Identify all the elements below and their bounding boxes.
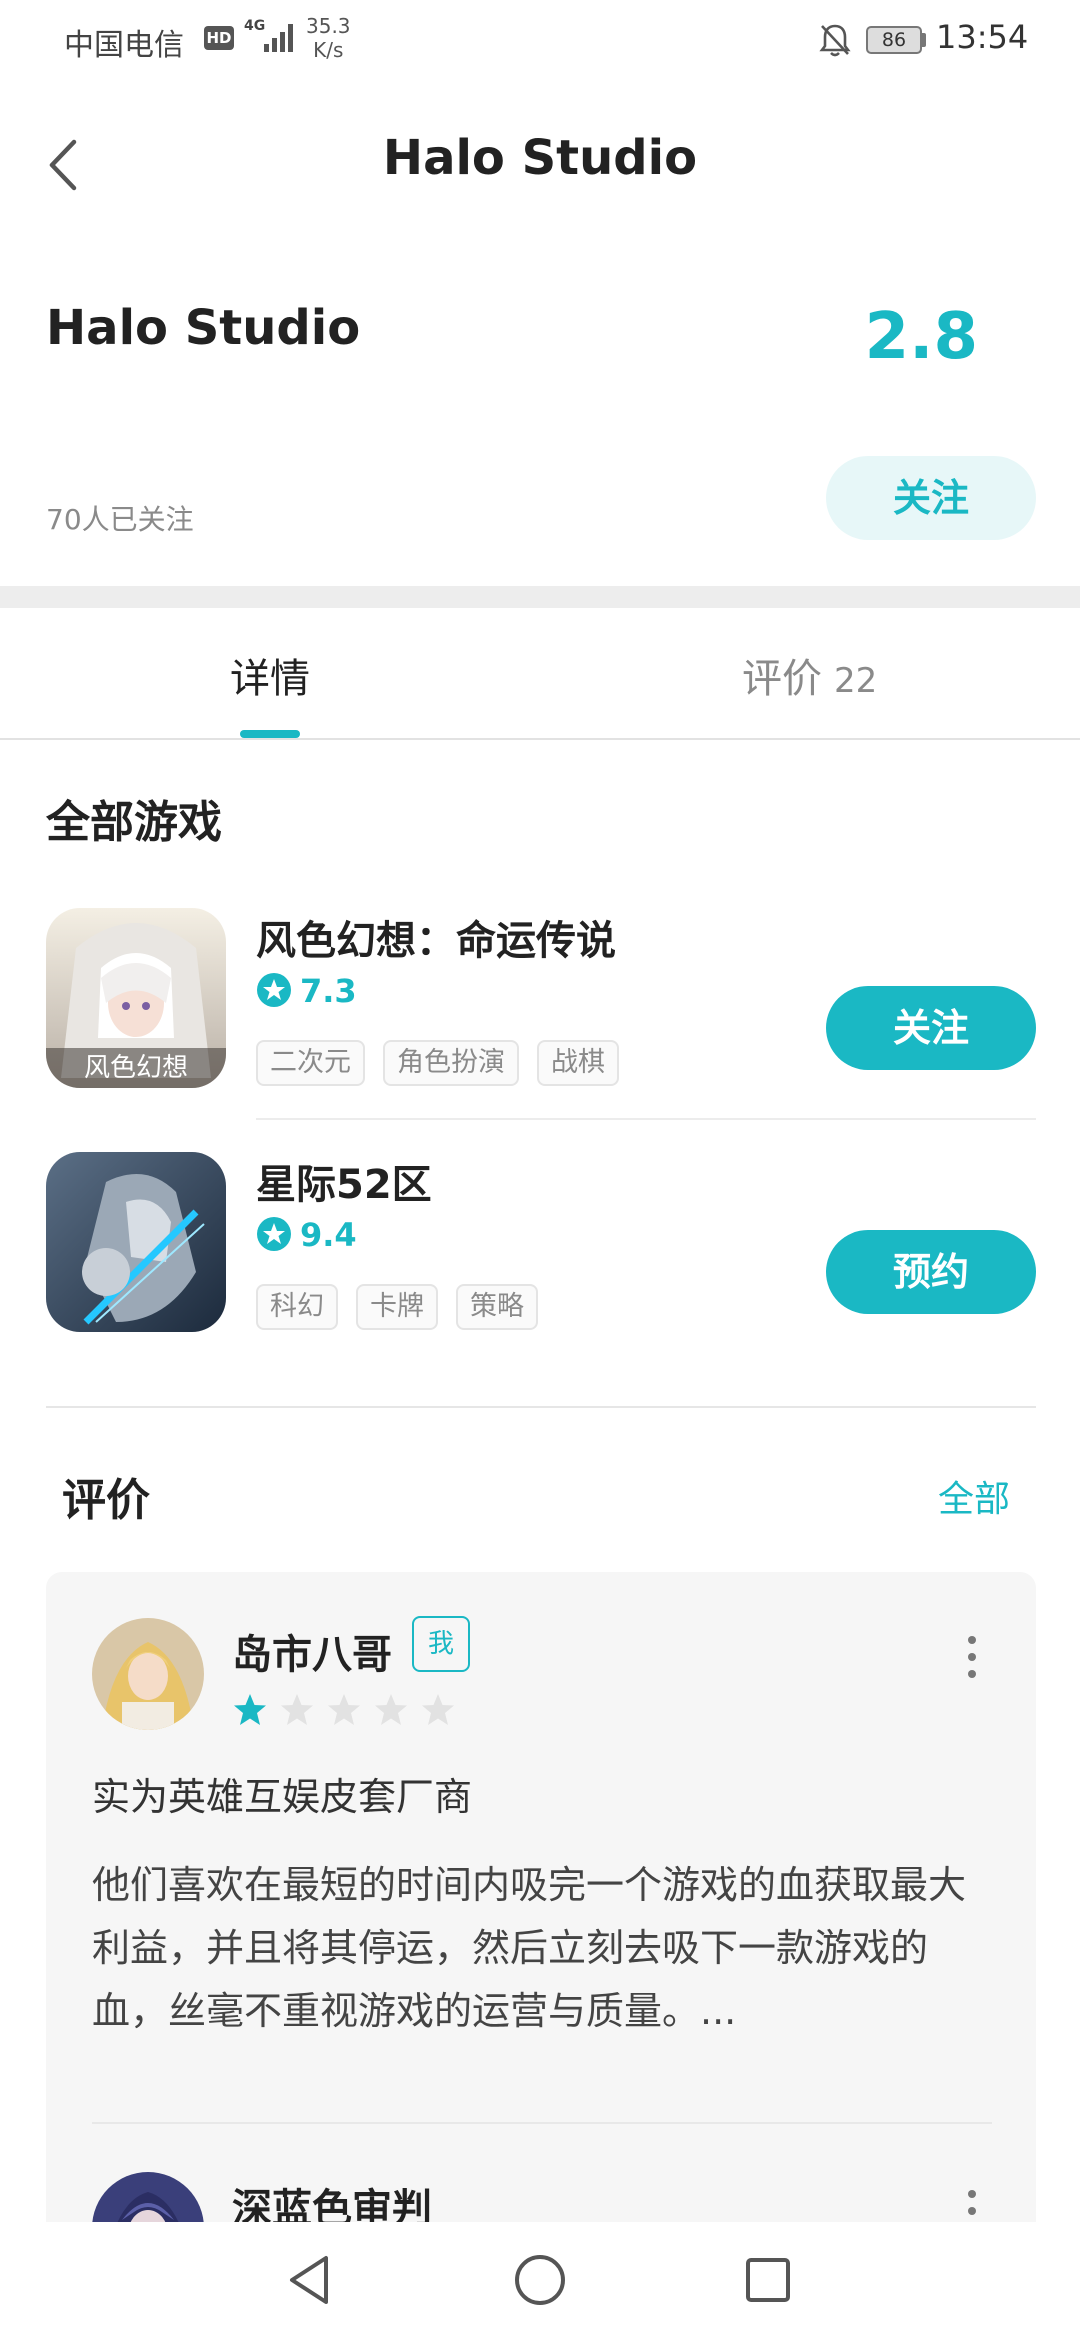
page-title: Halo Studio — [382, 130, 698, 186]
reserve-game-button[interactable]: 预约 — [826, 1230, 1036, 1314]
game-rating: 7.3 — [256, 972, 357, 1010]
tab-details-label: 详情 — [230, 656, 310, 702]
game-tag[interactable]: 策略 — [456, 1284, 538, 1330]
more-options-icon[interactable] — [962, 1632, 982, 1682]
review-star-rating — [232, 1692, 462, 1732]
active-tab-indicator — [240, 730, 300, 738]
reviews-card: 岛市八哥 我 实为英雄互娱皮套厂商 他们喜欢在最短的时间内吸完一个游戏的血获取最… — [46, 1572, 1036, 2272]
nav-home-icon[interactable] — [510, 2250, 570, 2310]
game-rating: 9.4 — [256, 1216, 357, 1254]
game-tag[interactable]: 卡牌 — [356, 1284, 438, 1330]
network-speed: 35.3 K/s — [306, 14, 351, 62]
follow-game-button[interactable]: 关注 — [826, 986, 1036, 1070]
view-all-reviews-link[interactable]: 全部 — [938, 1470, 1010, 1522]
speed-value: 35.3 — [306, 14, 351, 38]
avatar[interactable] — [92, 1618, 204, 1730]
signal-icon — [264, 24, 293, 52]
tab-divider — [0, 738, 1080, 740]
follow-studio-button[interactable]: 关注 — [826, 456, 1036, 540]
section-divider — [0, 586, 1080, 608]
battery-icon: 86 — [866, 26, 922, 54]
game-tag[interactable]: 角色扮演 — [383, 1040, 519, 1086]
tab-details[interactable]: 详情 — [230, 646, 310, 704]
list-divider — [256, 1118, 1036, 1120]
star-badge-icon — [257, 973, 291, 1007]
studio-name: Halo Studio — [46, 300, 361, 356]
game-icon: 风色幻想 — [46, 908, 226, 1088]
game-tag[interactable]: 二次元 — [256, 1040, 365, 1086]
game-title[interactable]: 星际52区 — [256, 1152, 432, 1210]
game-tags: 科幻 卡牌 策略 — [256, 1284, 556, 1330]
review-body[interactable]: 他们喜欢在最短的时间内吸完一个游戏的血获取最大利益，并且将其停运，然后立刻去吸下… — [92, 1854, 1002, 2043]
game-list-item[interactable]: 星际52区 9.4 科幻 卡牌 策略 预约 — [0, 1152, 1080, 1342]
star-empty-icon — [375, 1694, 408, 1725]
star-empty-icon — [281, 1694, 314, 1725]
hd-icon: HD — [204, 26, 234, 50]
follower-count: 70人已关注 — [46, 503, 194, 536]
battery-tip — [922, 33, 926, 47]
game-tag[interactable]: 战棋 — [537, 1040, 619, 1086]
tab-reviews-count: 22 — [834, 661, 878, 701]
studio-rating: 2.8 — [864, 300, 978, 374]
section-divider — [46, 1406, 1036, 1408]
star-empty-icon — [328, 1694, 361, 1725]
game-rating-value: 9.4 — [300, 1216, 357, 1254]
review-divider — [92, 2122, 992, 2124]
review-title: 实为英雄互娱皮套厂商 — [92, 1775, 473, 1819]
game-icon-logo-text: 风色幻想 — [84, 1053, 188, 1083]
game-tag[interactable]: 科幻 — [256, 1284, 338, 1330]
star-badge-icon — [257, 1217, 291, 1251]
status-bar: 中国电信 HD 4G 35.3 K/s 86 13:54 — [0, 0, 1080, 80]
system-navigation-bar — [0, 2222, 1080, 2340]
star-empty-icon — [422, 1694, 455, 1725]
game-tags: 二次元 角色扮演 战棋 — [256, 1040, 637, 1086]
clock: 13:54 — [936, 18, 1029, 56]
reviewer-name[interactable]: 岛市八哥 — [232, 1622, 392, 1680]
speed-unit: K/s — [313, 38, 344, 62]
game-list-item[interactable]: 风色幻想 风色幻想：命运传说 7.3 二次元 角色扮演 战棋 关注 — [0, 908, 1080, 1098]
reviews-section-heading: 评价 — [62, 1475, 150, 1526]
games-section-heading: 全部游戏 — [46, 797, 222, 848]
game-icon — [46, 1152, 226, 1332]
nav-recents-icon[interactable] — [738, 2250, 798, 2310]
carrier-label: 中国电信 — [64, 28, 184, 63]
bell-muted-icon — [819, 24, 851, 57]
nav-back-icon[interactable] — [280, 2250, 340, 2310]
me-badge: 我 — [412, 1616, 470, 1672]
tab-reviews[interactable]: 评价 22 — [742, 646, 877, 704]
tab-reviews-label: 评价 — [742, 656, 822, 702]
star-filled-icon — [234, 1694, 266, 1725]
game-rating-value: 7.3 — [300, 972, 357, 1010]
game-title[interactable]: 风色幻想：命运传说 — [256, 908, 616, 966]
